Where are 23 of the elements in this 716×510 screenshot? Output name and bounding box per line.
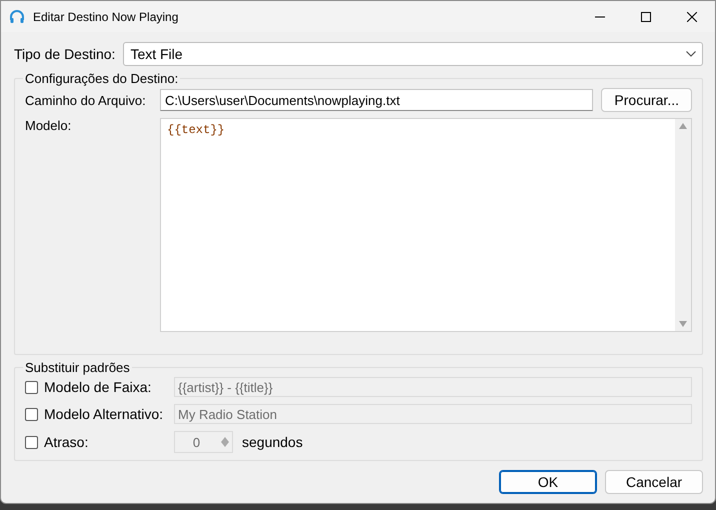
group-title: Configurações do Destino:	[24, 71, 180, 86]
unit-label: segundos	[242, 434, 303, 450]
headphones-icon	[9, 8, 25, 24]
dialog-button[interactable]: Cancelar	[605, 470, 703, 494]
destination-type-label: Tipo de Destino:	[14, 46, 116, 62]
group-title: Substituir padrões	[24, 360, 131, 375]
close-icon	[687, 12, 697, 22]
window-title: Editar Destino Now Playing	[33, 10, 180, 24]
scroll-up-icon[interactable]	[679, 123, 687, 129]
template-label: Modelo:	[25, 118, 72, 133]
file-path-field[interactable]: C:\Users\user\Documents\nowplaying.txt	[160, 89, 594, 111]
browse-button[interactable]: Procurar...	[601, 88, 692, 112]
maximize-icon	[641, 12, 651, 22]
option-label: Modelo Alternativo:	[44, 406, 164, 422]
chevron-icon	[686, 51, 696, 57]
destination-type-dropdown[interactable]: Text File	[123, 42, 703, 66]
scrollbar[interactable]	[675, 119, 691, 331]
template-editor[interactable]: {{text}}	[160, 118, 692, 332]
option-label: Modelo de Faixa:	[44, 379, 152, 395]
option-label: Atraso:	[44, 434, 90, 450]
dialog-button[interactable]: OK	[499, 470, 597, 494]
file-path-label: Caminho do Arquivo:	[25, 92, 147, 108]
scroll-down-icon[interactable]	[679, 321, 687, 327]
